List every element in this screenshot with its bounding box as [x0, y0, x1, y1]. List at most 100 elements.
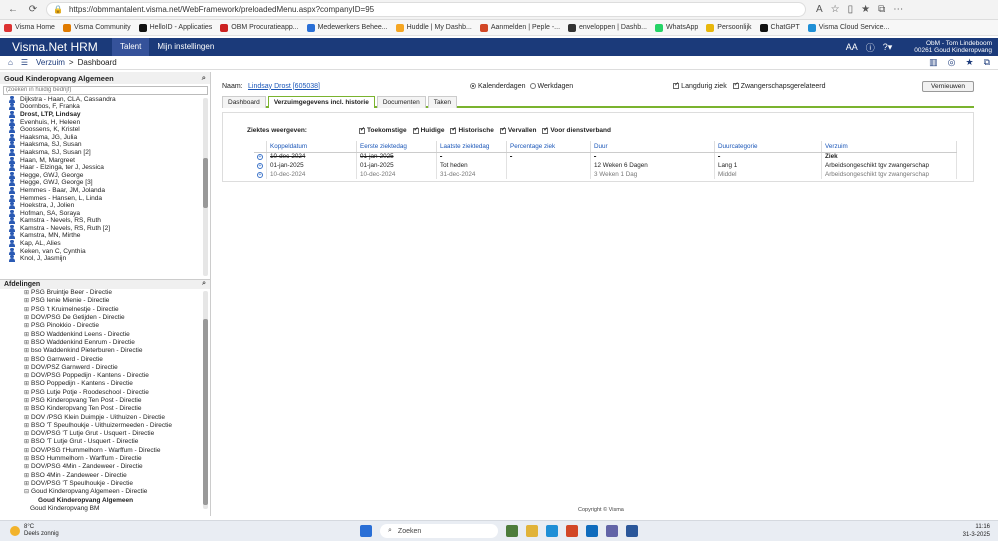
bookmark-item[interactable]: HelloID - Applicaties [138, 23, 212, 32]
tab-talent[interactable]: Talent [112, 38, 150, 56]
favorites-icon[interactable]: ★ [861, 4, 870, 15]
search-icon[interactable]: ⌕ [202, 280, 206, 288]
expand-icon[interactable]: ⊞ [24, 364, 29, 371]
employee-item[interactable]: Dijkstra - Haan, CLA, Cassandra [0, 95, 210, 104]
department-scrollbar[interactable] [203, 290, 208, 509]
start-icon[interactable] [360, 525, 372, 537]
department-item[interactable]: ⊞ PSG Bruintje Beer - Directie [0, 289, 210, 297]
filter-vervallen[interactable]: Vervallen [499, 126, 536, 134]
department-item[interactable]: ⊞ PSG Lutje Potje - Roodeschool - Directi… [0, 388, 210, 396]
expand-icon[interactable]: ⊞ [24, 463, 29, 470]
expand-icon[interactable]: ⊞ [24, 430, 29, 437]
employee-item[interactable]: Haan, M, Margreet [0, 156, 210, 164]
employee-item[interactable]: Keken, van C, Cynthia [0, 247, 210, 255]
employee-item[interactable]: Kap, AL, Alies [0, 240, 210, 248]
expand-icon[interactable]: ⊞ [24, 306, 29, 313]
checkbox-zwangerschap[interactable]: Zwangerschapsgerelateerd [732, 81, 826, 90]
bookmark-item[interactable]: Visma Home [4, 23, 55, 32]
new-window-icon[interactable]: ⧉ [984, 57, 990, 68]
more-icon[interactable]: ⋯ [893, 4, 903, 15]
employee-item[interactable]: Hemmes - Baar, JM, Jolanda [0, 186, 210, 195]
read-aloud-icon[interactable]: A [816, 4, 823, 15]
breadcrumb-verzuim[interactable]: Verzuim [36, 58, 65, 67]
department-item[interactable]: ⊞ BSO 4Min - Zandeweer - Directie [0, 471, 210, 479]
employee-item[interactable]: Hofman, SA, Soraya [0, 209, 210, 217]
filter-voor-dienstverband[interactable]: Voor dienstverband [542, 126, 611, 134]
search-icon[interactable]: ⌕ [202, 73, 206, 83]
font-size-button[interactable]: AA [846, 42, 858, 52]
employee-item[interactable]: Hemmes - Hansen, L, Linda [0, 194, 210, 202]
tab-documenten[interactable]: Documenten [376, 96, 426, 108]
department-item[interactable]: ⊞ DOV/PSG t'Hummelhorn - Warffum - Direct… [0, 446, 210, 454]
bookmark-item[interactable]: ChatGPT [759, 23, 800, 32]
employee-item[interactable]: Doornbos, F, Franka [0, 103, 210, 111]
clock[interactable]: 11:16 31-3-2025 [963, 523, 998, 539]
address-bar[interactable]: 🔒 https://obmmantalent.visma.net/WebFram… [46, 2, 806, 17]
expand-icon[interactable]: ⊞ [24, 314, 29, 321]
edge-icon[interactable] [546, 525, 558, 537]
department-item[interactable]: ⊞ PSG 't Kruimelnestje - Directie [0, 305, 210, 313]
table-row[interactable]: +10-dec-2024 01-jan-2025- - - - Ziek [254, 152, 957, 161]
department-item[interactable]: ⊞ BSO Poppedijn - Kantens - Directie [0, 380, 210, 388]
bookmark-item[interactable]: Medewerkers Behee... [306, 23, 388, 32]
file-explorer-icon[interactable] [526, 525, 538, 537]
employee-item[interactable]: Kamstra - Nevels, RS, Ruth [0, 217, 210, 225]
department-item[interactable]: ⊞ BSO 'T Speulhoukje - Uithuizermeeden - … [0, 421, 210, 429]
accessibility-icon[interactable]: ⓘ [866, 41, 875, 54]
expand-icon[interactable]: ⊞ [24, 447, 29, 454]
back-icon[interactable]: ← [6, 3, 20, 17]
employee-item[interactable]: Evenhuis, H, Heleen [0, 118, 210, 126]
employee-item[interactable]: Hegge, GWJ, George [3] [0, 179, 210, 187]
employee-item[interactable]: Kamstra, MN, Mirthe [0, 232, 210, 240]
department-item[interactable]: Goud Kinderopvang BM [0, 504, 210, 512]
employee-item[interactable]: Haaksma, JG, Julia [0, 133, 210, 141]
column-eerste-ziektedag[interactable]: Eerste ziektedag [356, 141, 437, 153]
expand-icon[interactable]: ⊞ [24, 356, 29, 363]
table-row[interactable]: +01-jan-2025 01-jan-2025 Tot heden 12 Weken… [254, 161, 957, 170]
expand-icon[interactable]: ⊞ [24, 339, 29, 346]
help-icon[interactable]: ?▾ [883, 42, 893, 53]
department-item[interactable]: ⊞ PSG Ienie Mienie - Directie [0, 297, 210, 305]
department-item[interactable]: ⊞ BSO Hummelhorn - Warffum - Directie [0, 454, 210, 462]
bookmark-item[interactable]: Huddle | My Dashb... [395, 23, 472, 32]
expand-icon[interactable]: ⊞ [24, 414, 29, 421]
bookmark-item[interactable]: WhatsApp [655, 23, 698, 32]
expand-icon[interactable]: ⊞ [24, 347, 29, 354]
radio-werkdagen[interactable]: Werkdagen [529, 83, 573, 90]
user-info[interactable]: ObM - Tom Lindeboom 00261 Goud Kinderopv… [914, 40, 992, 54]
tab-taken[interactable]: Taken [427, 96, 458, 108]
expand-icon[interactable]: ⊞ [24, 380, 29, 387]
expand-cell[interactable]: + [254, 161, 267, 170]
expand-icon[interactable]: ⊞ [24, 422, 29, 429]
expand-row-icon[interactable]: + [257, 154, 263, 161]
bookmark-item[interactable]: Visma Community [62, 23, 131, 32]
globe-icon[interactable]: ◎ [948, 57, 956, 68]
employee-search-input[interactable] [3, 85, 208, 95]
bookmark-item[interactable]: OBM Procuratieapp... [220, 23, 299, 32]
column-percentage-ziek[interactable]: Percentage ziek [506, 141, 591, 153]
expand-icon[interactable]: ⊞ [24, 389, 29, 396]
expand-icon[interactable]: ⊞ [24, 405, 29, 412]
menu-icon[interactable]: ☰ [21, 58, 28, 67]
refresh-icon[interactable]: ⟳ [26, 3, 40, 17]
department-item[interactable]: ⊞ PSG Kinderopvang Ten Post - Directie [0, 396, 210, 404]
extensions-icon[interactable]: ⧉ [878, 4, 885, 15]
expand-icon[interactable]: ⊟ [24, 488, 29, 495]
bookmark-item[interactable]: Visma Cloud Service... [807, 23, 889, 32]
checkbox-langdurig-ziek[interactable]: Langdurig ziek [673, 81, 727, 90]
app-icon[interactable] [506, 525, 518, 537]
column-verzuim[interactable]: Verzuim [821, 141, 957, 153]
employee-item[interactable]: Hegge, GWJ, George [0, 171, 210, 179]
bookmark-item[interactable]: Persoonlijk [706, 23, 752, 32]
employee-item[interactable]: Knol, J, Jasmijn [0, 255, 210, 263]
department-item-selected[interactable]: Goud Kinderopvang Algemeen [0, 496, 210, 504]
employee-name-link[interactable]: Lindsay Drost [605038] [248, 83, 470, 90]
department-item[interactable]: ⊞ DOV/PSG 'T Speulhoukje - Directie [0, 479, 210, 487]
office-icon[interactable] [566, 525, 578, 537]
expand-icon[interactable]: ⊞ [24, 455, 29, 462]
expand-row-icon[interactable]: + [257, 172, 263, 178]
bookmark-item[interactable]: enveloppen | Dashb... [568, 23, 647, 32]
filter-toekomstige[interactable]: Toekomstige [359, 126, 407, 134]
employee-item[interactable]: Drost, LTP, Lindsay [0, 110, 210, 119]
tab-verzuimgegevens[interactable]: Verzuimgegevens incl. historie [267, 96, 375, 108]
